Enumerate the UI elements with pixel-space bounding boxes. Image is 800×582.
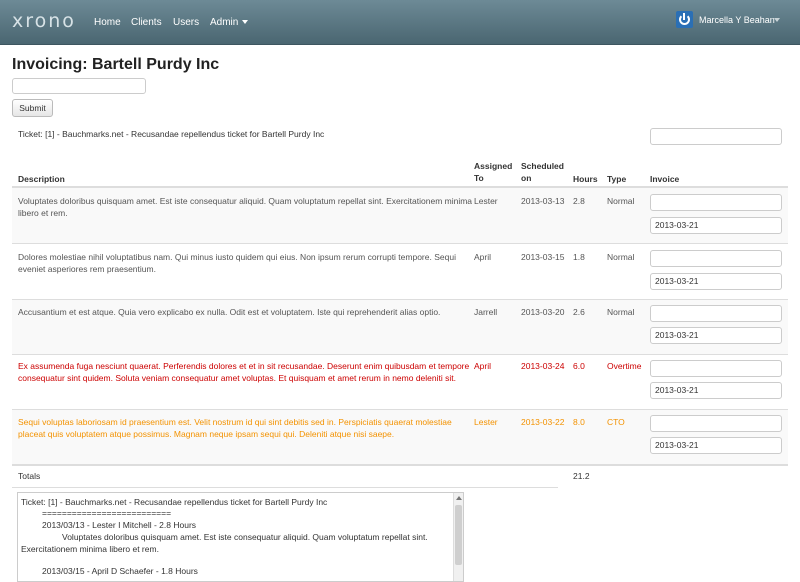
row-assigned: Lester xyxy=(474,417,498,427)
summary-line: Exercitationem minima libero et rem. xyxy=(21,544,159,554)
nav-admin-dropdown[interactable]: Admin xyxy=(210,17,249,28)
invoice-number-field[interactable] xyxy=(650,305,782,322)
nav-users[interactable]: Users xyxy=(173,17,199,28)
chevron-down-icon xyxy=(242,20,249,25)
user-name: Marcella Y Beahan xyxy=(699,15,775,25)
table-row: Ex assumenda fuga nesciunt quaerat. Perf… xyxy=(12,354,788,409)
invoice-date-field[interactable]: 2013-03-21 xyxy=(650,437,782,454)
row-scheduled: 2013-03-22 xyxy=(521,417,565,427)
header-hours: Hours xyxy=(573,174,598,184)
table-row: Accusantium et est atque. Quia vero expl… xyxy=(12,299,788,354)
ticket-heading: Ticket: [1] - Bauchmarks.net - Recusanda… xyxy=(18,129,325,139)
table-row: Sequi voluptas laboriosam id praesentium… xyxy=(12,409,788,464)
row-hours: 1.8 xyxy=(573,252,585,262)
top-navbar: xrono Home Clients Users Admin Marcella … xyxy=(0,0,800,45)
totals-divider xyxy=(12,464,788,466)
row-assigned: April xyxy=(474,361,492,371)
invoice-number-field[interactable] xyxy=(650,250,782,267)
row-scheduled: 2013-03-24 xyxy=(521,361,565,371)
table-row: Dolores molestiae nihil voluptatibus nam… xyxy=(12,243,788,299)
header-assigned: Assigned To xyxy=(474,161,513,183)
row-type: Overtime xyxy=(607,361,642,371)
invoice-date-field[interactable]: 2013-03-21 xyxy=(650,382,782,399)
chevron-down-icon xyxy=(774,18,780,22)
row-hours: 8.0 xyxy=(573,417,585,427)
invoice-number-field[interactable] xyxy=(650,194,782,211)
totals-bottom-divider xyxy=(12,487,558,488)
nav-admin-label: Admin xyxy=(210,17,239,28)
row-scheduled: 2013-03-15 xyxy=(521,252,565,262)
row-type: Normal xyxy=(607,196,635,206)
header-description: Description xyxy=(18,174,65,184)
power-icon xyxy=(676,11,693,28)
invoice-number-field[interactable] xyxy=(650,415,782,432)
brand-logo[interactable]: xrono xyxy=(12,10,76,32)
row-hours: 6.0 xyxy=(573,361,585,371)
nav-home[interactable]: Home xyxy=(94,17,121,28)
row-type: CTO xyxy=(607,417,625,427)
totals-label: Totals xyxy=(18,471,41,481)
table-row: Voluptates doloribus quisquam amet. Est … xyxy=(12,187,788,243)
summary-line: ========================== xyxy=(42,508,172,518)
scroll-thumb[interactable] xyxy=(455,505,462,565)
invoice-date-field[interactable]: 2013-03-21 xyxy=(650,327,782,344)
invoice-number-input[interactable] xyxy=(12,78,146,94)
row-scheduled: 2013-03-20 xyxy=(521,307,565,317)
row-description: Ex assumenda fuga nesciunt quaerat. Perf… xyxy=(18,361,470,383)
page-title: Invoicing: Bartell Purdy Inc xyxy=(12,56,220,73)
row-description: Voluptates doloribus quisquam amet. Est … xyxy=(18,196,473,218)
invoice-date-field[interactable]: 2013-03-21 xyxy=(650,273,782,290)
summary-line: 2013/03/15 - April D Schaefer - 1.8 Hour… xyxy=(42,566,198,576)
row-type: Normal xyxy=(607,307,635,317)
summary-line: Voluptates doloribus quisquam amet. Est … xyxy=(62,532,428,542)
textarea-scrollbar[interactable] xyxy=(453,493,463,581)
invoice-date-field[interactable]: 2013-03-21 xyxy=(650,217,782,234)
invoice-number-field[interactable] xyxy=(650,360,782,377)
row-assigned: Lester xyxy=(474,196,498,206)
header-invoice: Invoice xyxy=(650,174,680,184)
header-scheduled: Scheduled on xyxy=(521,161,564,183)
row-assigned: April xyxy=(474,252,492,262)
row-description: Accusantium et est atque. Quia vero expl… xyxy=(18,307,441,317)
scroll-up-icon[interactable] xyxy=(456,496,462,500)
ticket-invoice-input[interactable] xyxy=(650,128,782,145)
row-hours: 2.6 xyxy=(573,307,585,317)
nav-clients[interactable]: Clients xyxy=(131,17,162,28)
row-description: Sequi voluptas laboriosam id praesentium… xyxy=(18,417,452,439)
invoice-summary-textarea[interactable]: Ticket: [1] - Bauchmarks.net - Recusanda… xyxy=(17,492,464,582)
summary-line: 2013/03/13 - Lester I Mitchell - 2.8 Hou… xyxy=(42,520,197,530)
row-type: Normal xyxy=(607,252,635,262)
row-scheduled: 2013-03-13 xyxy=(521,196,565,206)
row-assigned: Jarrell xyxy=(474,307,498,317)
row-description: Dolores molestiae nihil voluptatibus nam… xyxy=(18,252,456,274)
submit-button[interactable]: Submit xyxy=(12,99,53,117)
header-type: Type xyxy=(607,174,627,184)
totals-hours: 21.2 xyxy=(573,471,590,481)
row-hours: 2.8 xyxy=(573,196,585,206)
